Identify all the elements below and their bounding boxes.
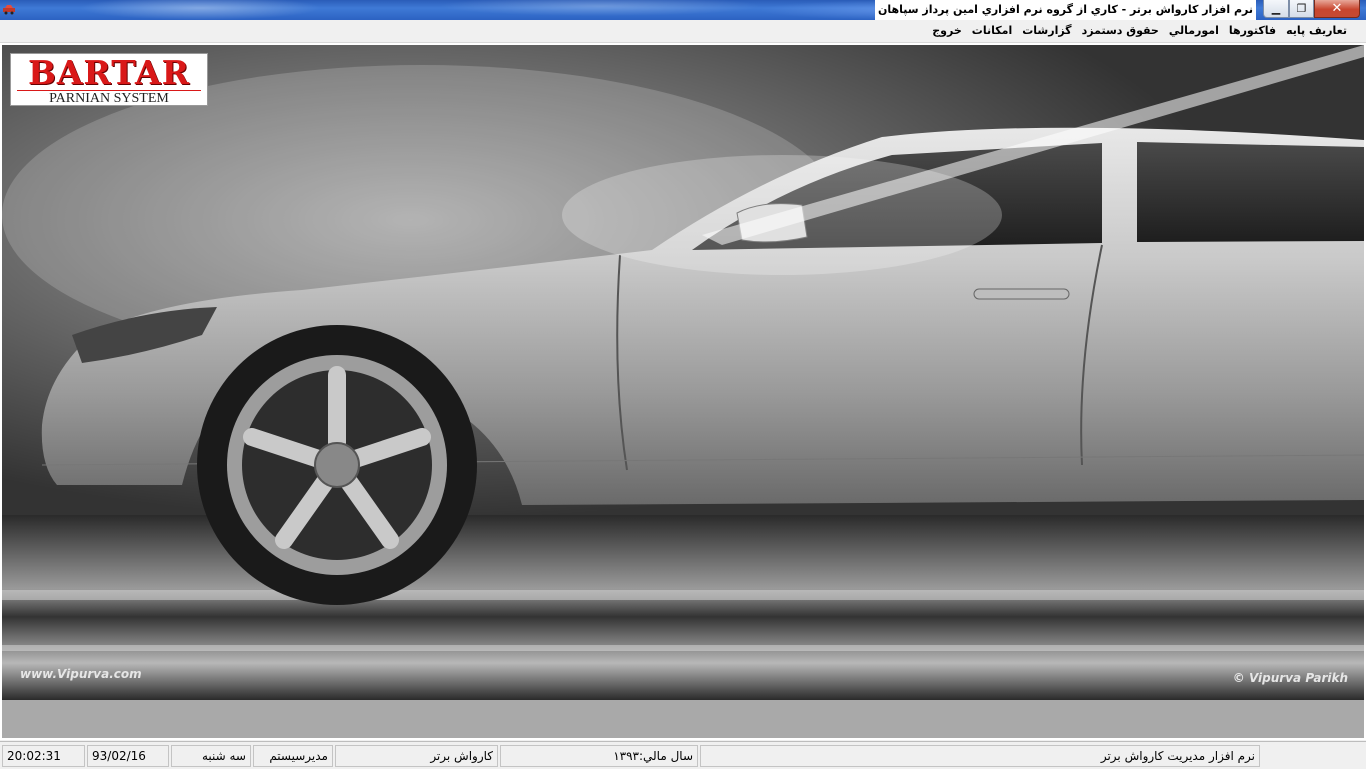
car-wash-background-image: www.Vipurva.com © Vipurva Parikh BARTAR …: [2, 45, 1364, 700]
menu-base-definitions[interactable]: تعاريف پايه: [1281, 20, 1352, 42]
car-app-icon: [3, 5, 15, 15]
restore-icon: ❐: [1296, 2, 1307, 15]
menu-bar: تعاريف پايه فاكتورها امورمالي حقوق دستمز…: [0, 20, 1366, 43]
status-fiscal-year: سال مالي:۱۳۹۳: [500, 745, 698, 767]
status-weekday: سه شنبه: [171, 745, 251, 767]
menu-invoices[interactable]: فاكتورها: [1224, 20, 1281, 42]
menu-payroll[interactable]: حقوق دستمزد: [1077, 20, 1164, 42]
status-user: مديرسيستم: [253, 745, 333, 767]
minimize-icon: ▁: [1271, 2, 1281, 15]
menu-exit[interactable]: خروج: [927, 20, 967, 42]
workspace-bottom-strip: [2, 700, 1364, 738]
window-title: نرم افزار كارواش برتر - كاري از گروه نرم…: [875, 0, 1256, 20]
menu-tools[interactable]: امكانات: [967, 20, 1017, 42]
menu-finance[interactable]: امورمالي: [1164, 20, 1224, 42]
close-button[interactable]: ✕: [1314, 0, 1360, 18]
logo-title: BARTAR: [27, 53, 191, 92]
title-bar[interactable]: نرم افزار كارواش برتر - كاري از گروه نرم…: [0, 0, 1366, 20]
watermark-right: © Vipurva Parikh: [1232, 671, 1348, 685]
status-app-name: نرم افزار مديريت كارواش برتر: [700, 745, 1260, 767]
watermark-left: www.Vipurva.com: [20, 667, 142, 681]
menu-reports[interactable]: گزارشات: [1017, 20, 1076, 42]
minimize-button[interactable]: ▁: [1263, 0, 1289, 18]
status-date: 93/02/16: [87, 745, 169, 767]
mdi-workspace: www.Vipurva.com © Vipurva Parikh BARTAR …: [0, 43, 1366, 740]
status-time: 20:02:31: [2, 745, 85, 767]
status-company: كارواش برتر: [335, 745, 498, 767]
status-bar: 20:02:31 93/02/16 سه شنبه مديرسيستم كارو…: [0, 741, 1366, 769]
close-icon: ✕: [1331, 1, 1343, 16]
logo-subtitle: PARNIAN SYSTEM: [17, 90, 201, 107]
maximize-button[interactable]: ❐: [1289, 0, 1314, 18]
bartar-logo: BARTAR PARNIAN SYSTEM: [10, 53, 208, 106]
